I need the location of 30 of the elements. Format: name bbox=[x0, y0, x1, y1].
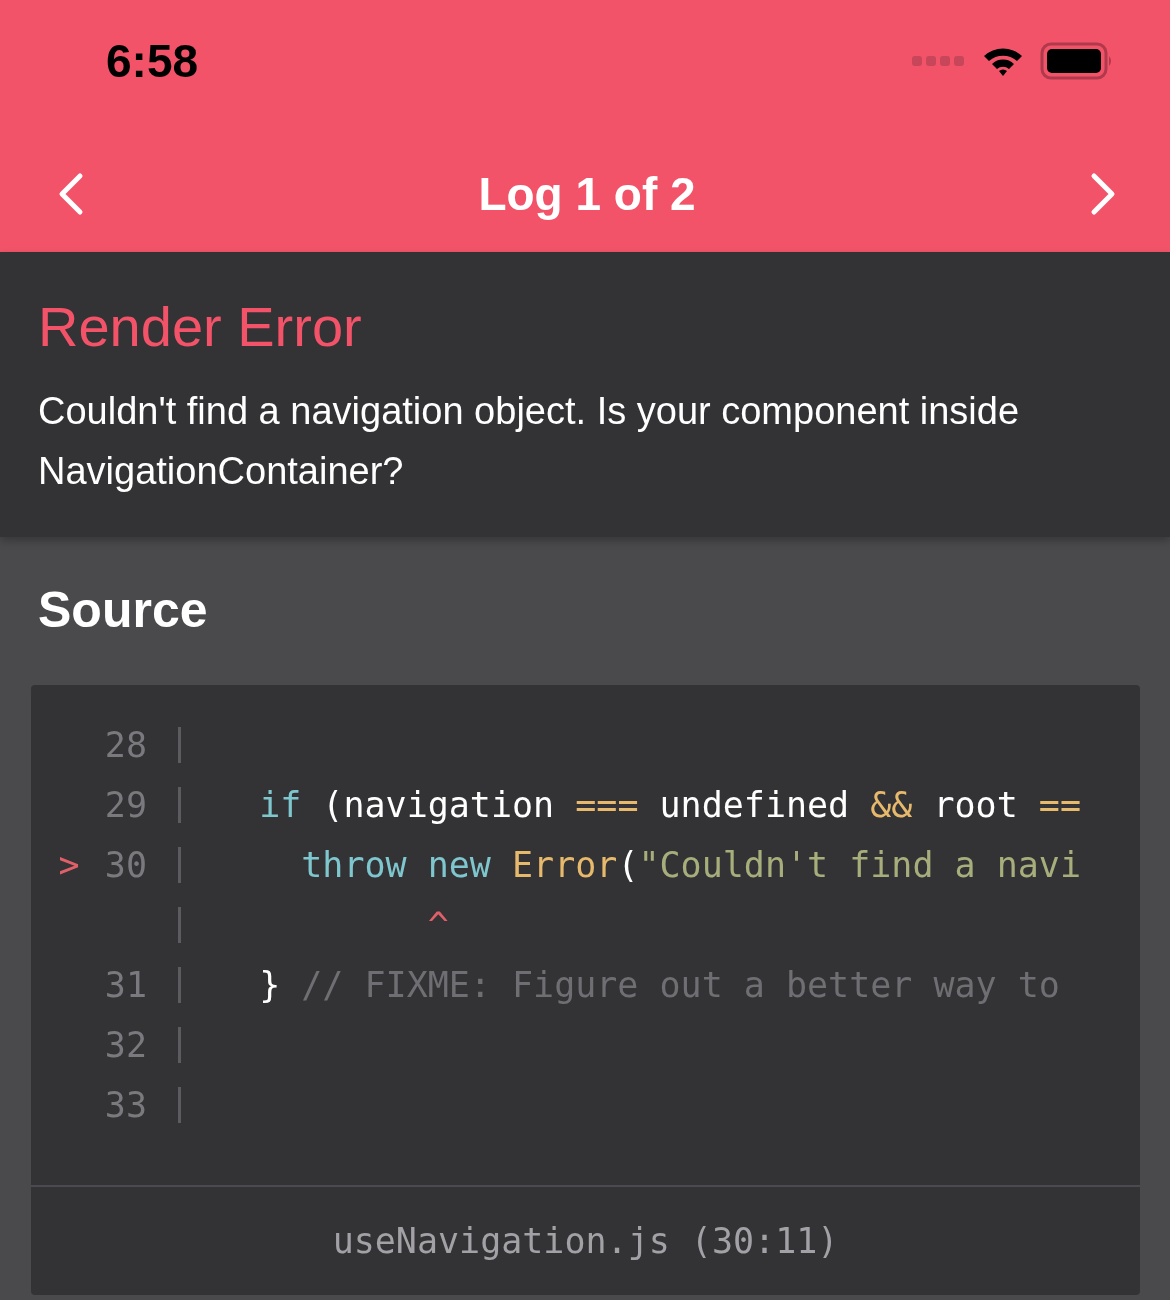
error-caret: ^ bbox=[426, 905, 449, 945]
code-operator: === bbox=[575, 785, 639, 825]
current-line-marker: > bbox=[58, 845, 80, 885]
line-number: 28 bbox=[104, 725, 147, 765]
code-class-name: Error bbox=[511, 845, 618, 885]
code-operator: == bbox=[1038, 785, 1081, 825]
code-keyword: if bbox=[258, 785, 302, 825]
code-text: } bbox=[258, 965, 281, 1005]
page-title: Log 1 of 2 bbox=[478, 166, 696, 221]
code-text: undefined bbox=[658, 785, 851, 825]
code-string: "Couldn't find a navi bbox=[638, 845, 1081, 885]
signal-icon bbox=[912, 53, 966, 68]
line-number: 30 bbox=[104, 845, 147, 885]
file-location: useNavigation.js (30:11) bbox=[332, 1221, 839, 1261]
line-number: 31 bbox=[104, 965, 147, 1005]
status-time: 6:58 bbox=[106, 33, 199, 88]
code-keyword: new bbox=[426, 845, 491, 885]
line-number: 32 bbox=[104, 1025, 147, 1065]
code-text: root bbox=[932, 785, 1019, 825]
line-number: 29 bbox=[104, 785, 147, 825]
code-keyword: throw bbox=[300, 845, 407, 885]
code-comment: // FIXME: Figure out a better way to bbox=[300, 965, 1060, 1005]
line-number: 33 bbox=[104, 1085, 147, 1125]
battery-icon bbox=[1040, 41, 1114, 80]
error-title: Render Error bbox=[38, 294, 363, 359]
code-text: ( bbox=[617, 845, 639, 885]
section-title: Source bbox=[37, 581, 209, 639]
error-message: Couldn't find a navigation object. Is your component inside NavigationContainer? bbox=[38, 389, 1021, 494]
code-operator: && bbox=[870, 785, 913, 825]
code-text: (navigation bbox=[321, 785, 556, 825]
